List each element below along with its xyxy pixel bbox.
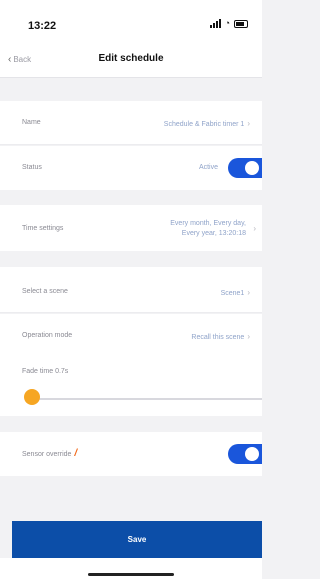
chevron-right-icon: ›: [247, 288, 250, 297]
scene-row[interactable]: Select a scene Scene1 ›: [0, 267, 262, 313]
status-toggle[interactable]: [228, 158, 262, 178]
scene-value-text: Scene1: [220, 290, 245, 297]
nav-bar: ‹ Back Edit schedule: [0, 40, 262, 78]
chevron-right-icon: ›: [247, 332, 250, 341]
page-title: Edit schedule: [98, 53, 164, 64]
warning-icon[interactable]: /: [74, 448, 77, 459]
chevron-right-icon: ›: [247, 119, 250, 128]
fade-time-row: Fade time 0.7s: [0, 358, 262, 416]
status-label: Status: [22, 164, 42, 171]
scene-label: Select a scene: [22, 288, 68, 295]
fade-time-slider-track[interactable]: [30, 398, 262, 400]
name-value-text: Schedule & Fabric timer 1: [163, 121, 245, 128]
status-bar: 13:22 ◔: [0, 0, 262, 40]
time-settings-line2: Every year, 13:20:18: [181, 230, 246, 237]
name-label: Name: [22, 119, 41, 126]
status-icons: ◔: [209, 18, 248, 28]
time-settings-label: Time settings: [22, 225, 64, 232]
sensor-override-row: Sensor override /: [0, 432, 262, 476]
operation-mode-value-text: Recall this scene: [191, 334, 245, 341]
name-row[interactable]: Name Schedule & Fabric timer 1 ›: [0, 101, 262, 145]
time-settings-value: Every month, Every day, Every year, 13:2…: [170, 219, 246, 239]
time-settings-row[interactable]: Time settings Every month, Every day, Ev…: [0, 205, 262, 251]
save-button[interactable]: Save: [12, 521, 262, 558]
home-indicator: [88, 573, 174, 576]
fade-time-slider-handle[interactable]: [24, 389, 40, 405]
wifi-icon: ◔: [224, 18, 230, 28]
status-row: Status Active: [0, 146, 262, 190]
sensor-override-label-text: Sensor override: [22, 451, 72, 458]
sensor-override-label: Sensor override /: [22, 448, 77, 459]
fade-time-value: 0.7s: [55, 368, 69, 375]
operation-mode-row[interactable]: Operation mode Recall this scene ›: [0, 314, 262, 358]
name-value: Schedule & Fabric timer 1 ›: [164, 119, 250, 128]
battery-icon: [234, 19, 248, 28]
scene-value: Scene1 ›: [221, 288, 250, 297]
chevron-right-icon: ›: [253, 224, 256, 233]
fade-time-label-text: Fade time: [22, 368, 54, 375]
time-settings-line1: Every month, Every day,: [170, 220, 246, 227]
sensor-override-toggle[interactable]: [228, 444, 262, 464]
status-value: Active: [198, 164, 218, 171]
status-time: 13:22: [28, 20, 57, 32]
operation-mode-value: Recall this scene ›: [191, 332, 250, 341]
operation-mode-label: Operation mode: [22, 332, 73, 339]
signal-icon: [209, 19, 221, 28]
fade-time-label: Fade time 0.7s: [22, 368, 68, 375]
